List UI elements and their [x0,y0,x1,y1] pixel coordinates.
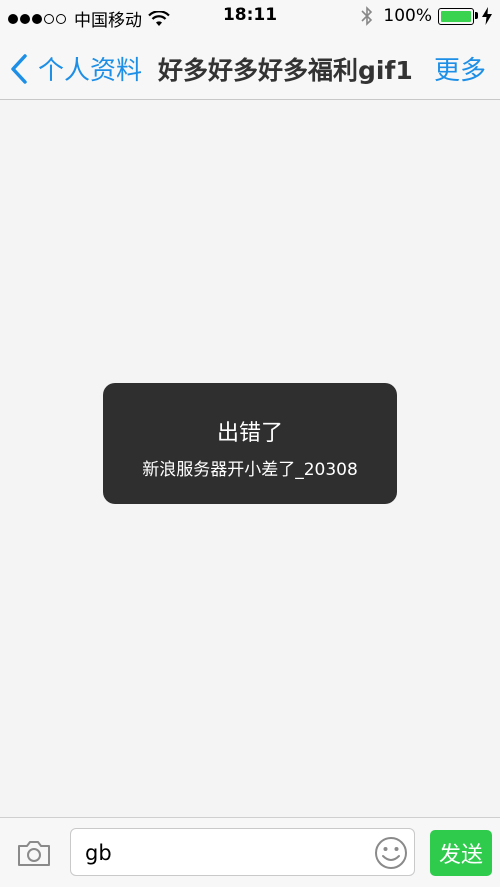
toast-title: 出错了 [216,421,283,446]
back-button-label: 个人资料 [38,56,143,86]
message-input-value: gb [85,841,112,865]
back-button[interactable]: 个人资料 [10,50,142,87]
charging-bolt-icon [482,7,492,25]
toast-message: 新浪服务器开小差了_20308 [142,460,358,480]
message-input[interactable]: gb [70,828,415,876]
message-input-bar: gb 发送 [0,817,500,887]
chevron-left-icon [11,53,27,84]
emoji-icon[interactable] [374,836,408,870]
navigation-bar: 个人资料 好多好多好多福利gif1 更多 [0,33,500,100]
more-button[interactable]: 更多 [434,50,486,87]
page-title: 好多好多好多福利gif1 [158,56,413,85]
status-right: 100% [361,6,492,26]
status-bar: 中国移动 18:11 100% [0,0,500,33]
send-button[interactable]: 发送 [430,830,492,876]
camera-icon[interactable] [16,838,52,868]
bluetooth-icon [361,6,373,26]
error-toast: 出错了 新浪服务器开小差了_20308 [103,383,397,504]
battery-percent: 100% [383,6,432,26]
battery-fill [441,10,471,22]
battery-icon [438,7,478,25]
